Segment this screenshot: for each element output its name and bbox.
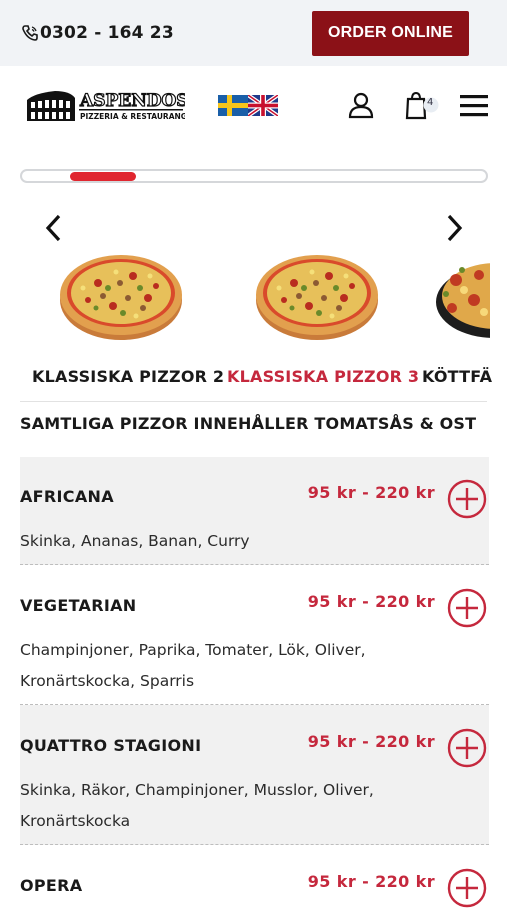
category-tab-klassiska-2[interactable]: KLASSISKA PIZZOR 2 — [32, 367, 224, 386]
add-to-cart-icon[interactable] — [447, 868, 487, 908]
user-account-icon[interactable] — [347, 91, 375, 119]
item-name: VEGETARIAN — [20, 596, 137, 615]
item-name: AFRICANA — [20, 487, 114, 506]
cart-count-badge: 4 — [427, 97, 434, 108]
pizza-image-klassiska-3[interactable] — [254, 248, 380, 344]
item-name: OPERA — [20, 876, 83, 895]
item-description: Champinjoner, Paprika, Tomater, Lök, Oli… — [20, 641, 366, 690]
phone-number[interactable]: 0302 - 164 23 — [22, 23, 174, 43]
section-notice: SAMTLIGA PIZZOR INNEHÅLLER TOMATSÅS & OS… — [20, 414, 477, 433]
pizza-image-klassiska-2[interactable] — [58, 248, 184, 344]
uk-flag-icon[interactable] — [248, 95, 278, 116]
item-price: 95 kr - 220 kr — [307, 483, 435, 502]
hamburger-menu-icon[interactable] — [460, 95, 488, 117]
phone-icon — [22, 25, 38, 41]
category-tab-kottfars[interactable]: KÖTTFÄ — [422, 367, 492, 386]
divider — [20, 401, 487, 402]
item-price: 95 kr - 220 kr — [307, 592, 435, 611]
menu-item: OPERA 95 kr - 220 kr — [20, 845, 489, 908]
menu-list: AFRICANA 95 kr - 220 kr Skinka, Ananas, … — [20, 457, 489, 908]
shopping-bag-icon — [405, 91, 439, 120]
category-scrollbar[interactable] — [20, 169, 488, 183]
logo-subtitle: PIZZERIA & RESTAURANG — [80, 112, 185, 121]
item-price: 95 kr - 220 kr — [307, 872, 435, 891]
colosseum-logo-icon — [27, 91, 75, 121]
category-tab-klassiska-3[interactable]: KLASSISKA PIZZOR 3 — [227, 367, 419, 386]
add-to-cart-icon[interactable] — [447, 728, 487, 768]
pizza-image-kottfars[interactable] — [434, 250, 490, 340]
top-bar: 0302 - 164 23 ORDER ONLINE — [0, 0, 507, 66]
item-description: Skinka, Ananas, Banan, Curry — [20, 532, 250, 550]
language-switcher — [218, 95, 278, 116]
item-price: 95 kr - 220 kr — [307, 732, 435, 751]
item-description: Skinka, Räkor, Champinjoner, Musslor, Ol… — [20, 781, 374, 830]
add-to-cart-icon[interactable] — [447, 479, 487, 519]
chevron-left-icon[interactable] — [42, 213, 64, 243]
cart-button[interactable]: 4 — [405, 91, 441, 121]
phone-text: 0302 - 164 23 — [40, 23, 174, 43]
logo[interactable]: ASPENDOS PIZZERIA & RESTAURANG — [25, 88, 189, 128]
order-online-button[interactable]: ORDER ONLINE — [312, 10, 469, 56]
scrollbar-thumb[interactable] — [70, 172, 136, 181]
menu-item: VEGETARIAN 95 kr - 220 kr Champinjoner, … — [20, 565, 489, 705]
logo-text: ASPENDOS — [79, 91, 185, 111]
item-name: QUATTRO STAGIONI — [20, 736, 202, 755]
menu-item: AFRICANA 95 kr - 220 kr Skinka, Ananas, … — [20, 457, 489, 565]
menu-item: QUATTRO STAGIONI 95 kr - 220 kr Skinka, … — [20, 705, 489, 845]
chevron-right-icon[interactable] — [444, 213, 466, 243]
add-to-cart-icon[interactable] — [447, 588, 487, 628]
swedish-flag-icon[interactable] — [218, 95, 248, 116]
